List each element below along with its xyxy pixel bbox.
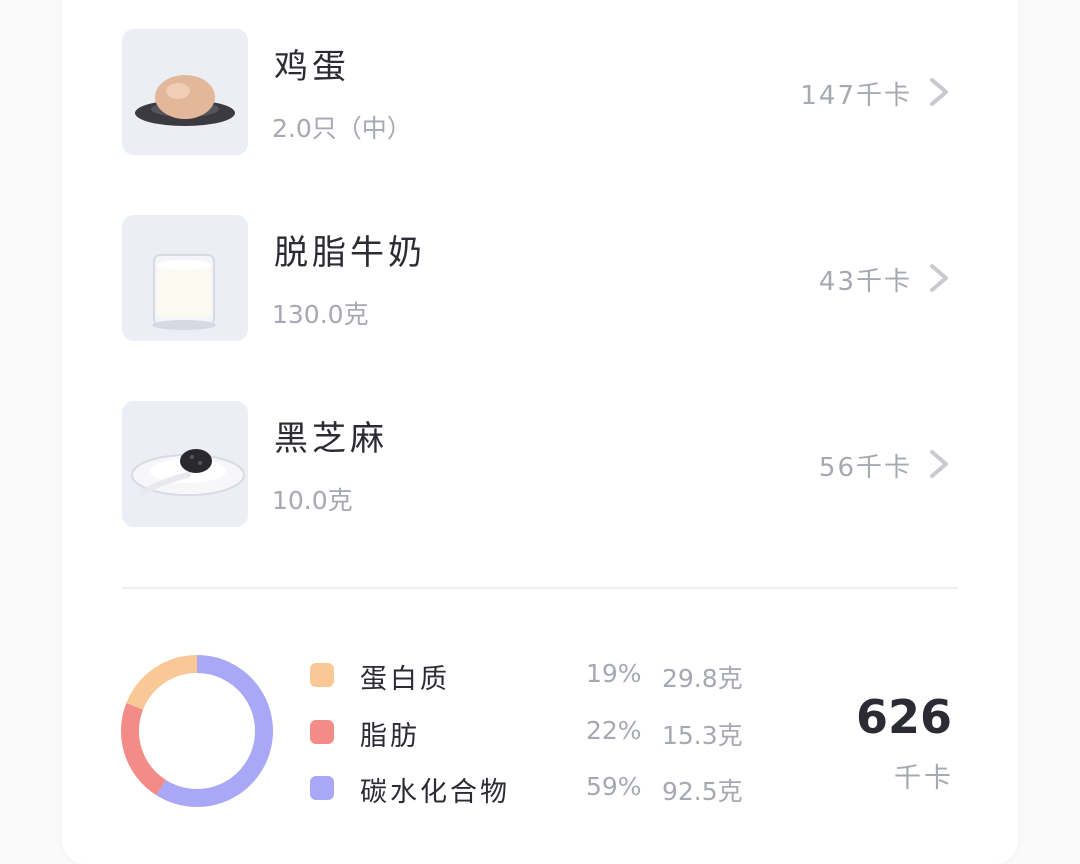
food-kcal: 43千卡: [818, 267, 912, 297]
sesame-photo: [122, 401, 248, 527]
legend-grams: 15.3克: [662, 721, 743, 750]
food-item-egg[interactable]: 鸡蛋 2.0只（中） 147千卡: [122, 29, 958, 155]
food-amount: 2.0只（中）: [272, 114, 412, 143]
legend-swatch: [310, 663, 334, 687]
legend-swatch: [310, 720, 334, 744]
legend-name: 碳水化合物: [360, 777, 510, 808]
legend-item-protein: 蛋白质 19% 29.8克: [310, 655, 750, 695]
legend-item-fat: 脂肪 22% 15.3克: [310, 712, 750, 752]
chevron-right-icon: [930, 450, 948, 478]
food-kcal: 147千卡: [800, 81, 912, 111]
legend-name: 蛋白质: [360, 664, 450, 695]
food-name: 鸡蛋: [274, 47, 350, 87]
legend-percent: 19%: [586, 659, 642, 688]
food-amount: 130.0克: [272, 300, 369, 329]
legend-swatch: [310, 776, 334, 800]
chevron-right-icon: [930, 78, 948, 106]
total-kcal-unit: 千卡: [894, 763, 954, 794]
legend-grams: 29.8克: [662, 664, 743, 693]
food-item-skim-milk[interactable]: 脱脂牛奶 130.0克 43千卡: [122, 215, 958, 341]
donut-slice-碳水化合物: [156, 655, 273, 807]
milk-photo: [122, 215, 248, 341]
legend-name: 脂肪: [360, 721, 420, 752]
egg-photo: [122, 29, 248, 155]
donut-slice-蛋白质: [126, 655, 198, 710]
legend-percent: 59%: [586, 772, 642, 801]
total-kcal-value: 626: [855, 690, 952, 744]
macronutrient-donut-chart: [121, 655, 273, 807]
divider: [122, 587, 958, 589]
donut-slice-脂肪: [121, 703, 167, 796]
food-item-black-sesame[interactable]: 黑芝麻 10.0克 56千卡: [122, 401, 958, 527]
legend-item-carbohydrate: 碳水化合物 59% 92.5克: [310, 768, 750, 808]
legend-grams: 92.5克: [662, 777, 743, 806]
food-name: 脱脂牛奶: [274, 233, 426, 273]
food-kcal: 56千卡: [818, 453, 912, 483]
legend-percent: 22%: [586, 716, 642, 745]
chevron-right-icon: [930, 264, 948, 292]
food-name: 黑芝麻: [274, 419, 388, 459]
food-amount: 10.0克: [272, 486, 353, 515]
